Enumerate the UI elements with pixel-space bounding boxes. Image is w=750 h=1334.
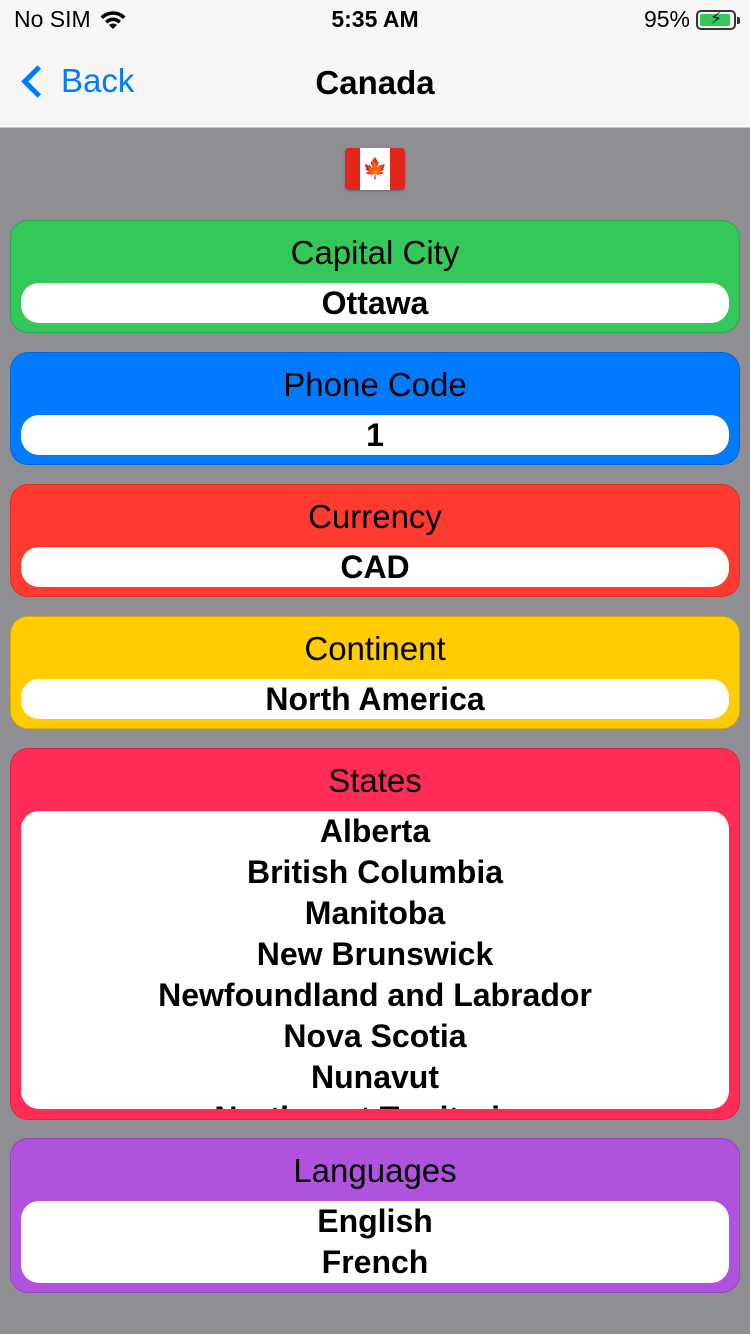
languages-card: Languages English French <box>10 1138 740 1293</box>
canada-flag-icon: 🍁 <box>345 148 405 190</box>
states-card: States Alberta British Columbia Manitoba… <box>10 748 740 1120</box>
charging-bolt-icon: ⚡ <box>710 8 722 28</box>
phone-code-title: Phone Code <box>283 366 467 403</box>
list-item: Nova Scotia <box>283 1018 467 1054</box>
status-bar: No SIM 5:35 AM 95% ⚡ <box>0 0 750 40</box>
continent-value: North America <box>21 679 729 719</box>
currency-title: Currency <box>308 498 442 535</box>
navigation-bar: Back Canada <box>0 40 750 128</box>
currency-value: CAD <box>21 547 729 587</box>
capital-city-title: Capital City <box>290 234 460 271</box>
battery-percent: 95% <box>643 6 690 32</box>
list-item: Northwest Territories <box>21 1098 729 1109</box>
battery-icon: ⚡ <box>696 8 740 30</box>
capital-city-card: Capital City Ottawa <box>10 220 740 333</box>
page-title: Canada <box>315 64 435 101</box>
continent-card: Continent North America <box>10 616 740 729</box>
continent-title: Continent <box>304 630 446 667</box>
list-item: English <box>317 1203 433 1239</box>
languages-title: Languages <box>293 1152 457 1189</box>
list-item: French <box>321 1244 429 1280</box>
phone-code-card: Phone Code 1 <box>10 352 740 465</box>
status-right: 95% ⚡ <box>643 6 740 33</box>
states-title: States <box>328 762 422 799</box>
currency-card: Currency CAD <box>10 484 740 597</box>
list-item: British Columbia <box>246 854 503 890</box>
list-item: New Brunswick <box>256 936 494 972</box>
languages-list: English French <box>21 1201 729 1283</box>
list-item: Manitoba <box>304 895 446 931</box>
list-item: Alberta <box>319 813 431 849</box>
list-item: Newfoundland and Labrador <box>158 977 592 1013</box>
list-item: Nunavut <box>311 1059 439 1095</box>
status-time: 5:35 AM <box>331 6 419 32</box>
capital-city-value: Ottawa <box>21 283 729 323</box>
states-list[interactable]: Alberta British Columbia Manitoba New Br… <box>21 811 729 1109</box>
phone-code-value: 1 <box>21 415 729 455</box>
maple-leaf-icon: 🍁 <box>362 158 388 180</box>
